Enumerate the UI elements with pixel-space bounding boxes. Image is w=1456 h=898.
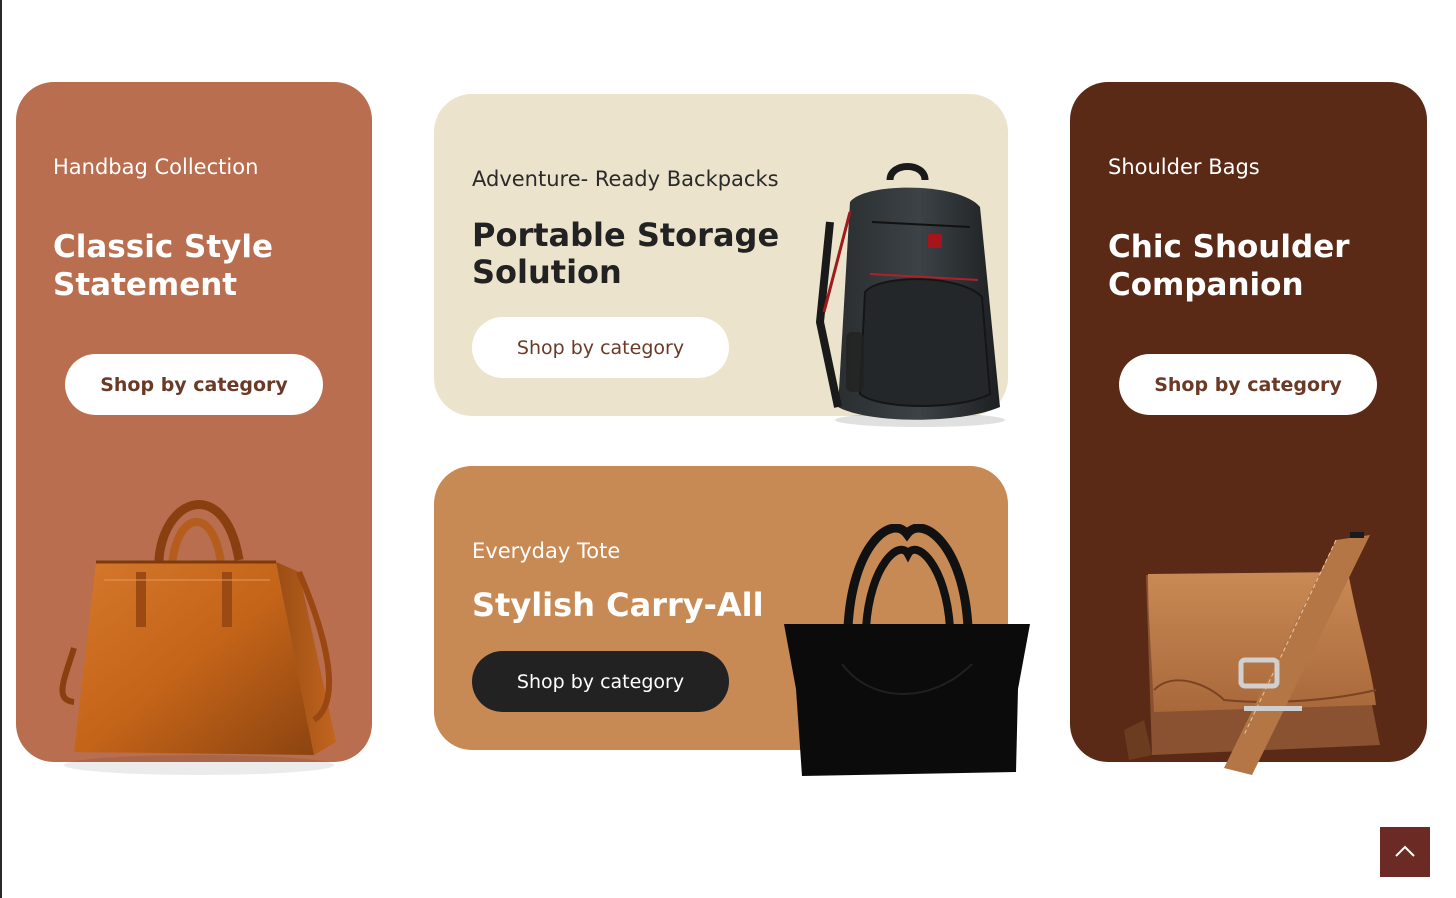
card-eyebrow: Adventure- Ready Backpacks: [472, 167, 779, 191]
card-eyebrow: Everyday Tote: [472, 539, 621, 563]
shop-by-category-button[interactable]: Shop by category: [1119, 354, 1377, 415]
shoulder-bag-image: [1114, 530, 1384, 784]
card-title: Portable Storage Solution: [472, 216, 780, 291]
page-edge: [0, 0, 2, 898]
card-everyday-tote[interactable]: Everyday Tote Stylish Carry-All Shop by …: [434, 466, 1030, 776]
tote-bag-image: [782, 523, 1034, 783]
card-eyebrow: Shoulder Bags: [1108, 155, 1260, 179]
backpack-image: [810, 162, 1010, 431]
card-title: Stylish Carry-All: [472, 586, 764, 624]
card-handbag-collection[interactable]: Handbag Collection Classic Style Stateme…: [16, 82, 372, 775]
card-title: Chic Shoulder Companion: [1108, 229, 1350, 303]
scroll-to-top-button[interactable]: [1380, 827, 1430, 877]
handbag-image: [44, 480, 354, 784]
card-eyebrow: Handbag Collection: [53, 155, 259, 179]
card-backpacks[interactable]: Adventure- Ready Backpacks Portable Stor…: [434, 94, 1008, 427]
card-shoulder-bags[interactable]: Shoulder Bags Chic Shoulder Companion Sh…: [1070, 82, 1427, 775]
shop-by-category-button[interactable]: Shop by category: [472, 651, 729, 712]
shop-by-category-button[interactable]: Shop by category: [472, 317, 729, 378]
shop-by-category-button[interactable]: Shop by category: [65, 354, 323, 415]
chevron-up-icon: [1394, 844, 1416, 861]
card-title: Classic Style Statement: [53, 229, 273, 303]
